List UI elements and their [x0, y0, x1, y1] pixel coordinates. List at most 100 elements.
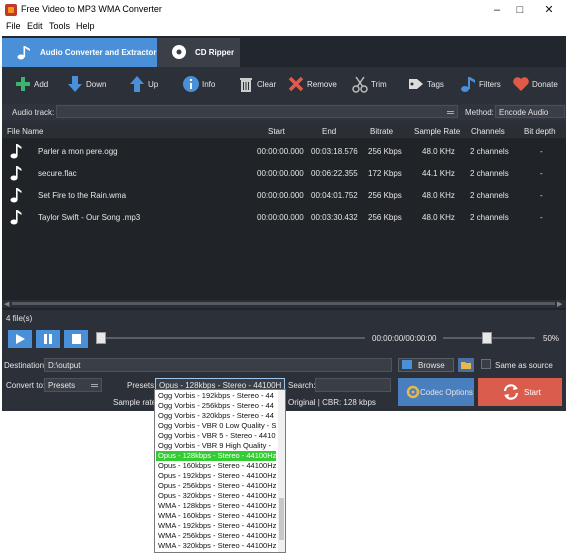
table-row[interactable]: Parler a mon pere.ogg 00:00:00.000 00:03… — [2, 140, 566, 162]
audio-track-select[interactable] — [56, 105, 458, 118]
open-folder-button[interactable] — [458, 358, 474, 372]
cell-sample-rate: 48.0 KHz — [422, 147, 455, 156]
horizontal-scrollbar-thumb[interactable] — [12, 302, 555, 305]
cell-end: 00:06:22.355 — [311, 169, 358, 178]
cell-end: 00:04:01.752 — [311, 191, 358, 200]
preset-option[interactable]: Ogg Vorbis - 256kbps - Stereo - 44 — [156, 401, 276, 411]
cell-channels: 2 channels — [470, 147, 509, 156]
seek-slider-track[interactable] — [106, 337, 365, 339]
same-as-source-checkbox[interactable] — [481, 359, 491, 369]
menu-tools[interactable]: Tools — [49, 21, 70, 31]
browse-label: Browse — [418, 361, 445, 370]
arrow-down-icon — [68, 76, 82, 92]
dropdown-lines-icon — [447, 111, 454, 112]
start-button[interactable]: Start — [478, 378, 562, 406]
cell-bitrate: 256 Kbps — [368, 147, 402, 156]
cell-start: 00:00:00.000 — [257, 213, 304, 222]
scroll-right-icon[interactable]: ▶ — [557, 300, 562, 308]
preset-option[interactable]: Opus - 160kbps - Stereo - 44100Hz — [156, 461, 276, 471]
codec-options-button[interactable]: Codec Options — [398, 378, 474, 406]
info-icon — [183, 76, 199, 92]
cell-bit-depth: - — [540, 169, 543, 178]
search-label: Search: — [288, 381, 316, 390]
play-icon — [16, 334, 25, 344]
close-button[interactable]: ✕ — [526, 0, 566, 20]
volume-slider-handle[interactable] — [482, 332, 492, 344]
cell-file-name: Taylor Swift - Our Song .mp3 — [38, 213, 141, 222]
preset-option[interactable]: WMA - 320kbps - Stereo - 44100Hz — [156, 541, 276, 551]
stop-button[interactable] — [64, 330, 88, 348]
play-button[interactable] — [8, 330, 32, 348]
trash-icon — [240, 78, 252, 92]
column-header-end[interactable]: End — [322, 127, 336, 136]
destination-input[interactable]: D:\output — [44, 358, 392, 372]
cell-bit-depth: - — [540, 213, 543, 222]
column-header-file-name[interactable]: File Name — [7, 127, 43, 136]
cell-file-name: secure.flac — [38, 169, 77, 178]
clear-label: Clear — [257, 80, 277, 89]
column-header-start[interactable]: Start — [268, 127, 285, 136]
filters-label: Filters — [479, 80, 501, 89]
same-as-source-label: Same as source — [495, 361, 553, 370]
cell-end: 00:03:30.432 — [311, 213, 358, 222]
app-icon — [5, 4, 17, 16]
preset-option[interactable]: Opus - 256kbps - Stereo - 44100Hz — [156, 481, 276, 491]
cell-start: 00:00:00.000 — [257, 147, 304, 156]
menu-file[interactable]: File — [6, 21, 21, 31]
cell-bit-depth: - — [540, 147, 543, 156]
method-label: Method: — [465, 108, 494, 117]
preset-option[interactable]: Ogg Vorbis - 320kbps - Stereo - 44 — [156, 411, 276, 421]
settings-wrench-icon — [406, 385, 420, 399]
convert-to-value: Presets — [48, 381, 76, 390]
preset-option[interactable]: Opus - 320kbps - Stereo - 44100Hz — [156, 491, 276, 501]
stop-icon — [72, 334, 81, 344]
arrow-up-icon — [130, 76, 144, 92]
preset-option[interactable]: Opus - 192kbps - Stereo - 44100Hz — [156, 471, 276, 481]
cell-channels: 2 channels — [470, 169, 509, 178]
heart-icon — [513, 77, 529, 91]
file-count: 4 file(s) — [6, 314, 33, 323]
tab-audio-converter[interactable]: Audio Converter and Extractor — [2, 38, 157, 67]
preset-option[interactable]: Ogg Vorbis - VBR 0 Low Quality - S — [156, 421, 276, 431]
table-row[interactable]: Taylor Swift - Our Song .mp3 00:00:00.00… — [2, 206, 566, 228]
column-header-bit-depth[interactable]: Bit depth — [524, 127, 556, 136]
preset-option[interactable]: WMA - 256kbps - Stereo - 44100Hz — [156, 531, 276, 541]
audio-file-icon — [10, 166, 22, 181]
menu-edit[interactable]: Edit — [27, 21, 43, 31]
folder-icon — [402, 360, 412, 369]
sample-rate-label: Sample rate: — [113, 398, 159, 407]
destination-label: Destination: — [4, 361, 47, 370]
preset-option[interactable]: WMA - 160kbps - Stereo - 44100Hz — [156, 511, 276, 521]
open-folder-icon — [461, 362, 471, 369]
preset-option[interactable]: WMA - 192kbps - Stereo - 44100Hz — [156, 521, 276, 531]
cell-channels: 2 channels — [470, 191, 509, 200]
convert-to-select[interactable]: Presets — [44, 378, 102, 392]
preset-option-selected[interactable]: Opus - 128kbps - Stereo - 44100Hz — [156, 451, 276, 461]
scroll-left-icon[interactable]: ◀ — [4, 300, 9, 308]
search-input[interactable] — [315, 378, 391, 392]
cell-bitrate: 256 Kbps — [368, 213, 402, 222]
tab-cd-ripper[interactable]: CD Ripper — [157, 38, 240, 67]
method-select[interactable]: Encode Audio — [495, 105, 565, 118]
preset-option[interactable]: Ogg Vorbis - 192kbps - Stereo - 44 — [156, 391, 276, 401]
cell-file-name: Parler a mon pere.ogg — [38, 147, 118, 156]
column-header-bitrate[interactable]: Bitrate — [370, 127, 393, 136]
audio-file-icon — [10, 144, 22, 159]
pause-button[interactable] — [36, 330, 60, 348]
table-row[interactable]: secure.flac 00:00:00.000 00:06:22.355 17… — [2, 162, 566, 184]
column-header-sample-rate[interactable]: Sample Rate — [414, 127, 460, 136]
cell-bitrate: 172 Kbps — [368, 169, 402, 178]
dropdown-scrollbar-thumb[interactable] — [279, 498, 284, 540]
cell-file-name: Set Fire to the Rain.wma — [38, 191, 127, 200]
menu-help[interactable]: Help — [76, 21, 95, 31]
column-header-channels[interactable]: Channels — [471, 127, 505, 136]
plus-icon — [16, 77, 30, 91]
table-row[interactable]: Set Fire to the Rain.wma 00:00:00.000 00… — [2, 184, 566, 206]
remove-label: Remove — [307, 80, 337, 89]
preset-option[interactable]: Ogg Vorbis - VBR 5 - Stereo - 4410 — [156, 431, 276, 441]
preset-option[interactable]: WMA - 128kbps - Stereo - 44100Hz — [156, 501, 276, 511]
seek-slider-handle[interactable] — [96, 332, 106, 344]
convert-to-label: Convert to: — [6, 381, 46, 390]
preset-option[interactable]: Ogg Vorbis - VBR 9 High Quality - — [156, 441, 276, 451]
start-label: Start — [524, 388, 541, 397]
